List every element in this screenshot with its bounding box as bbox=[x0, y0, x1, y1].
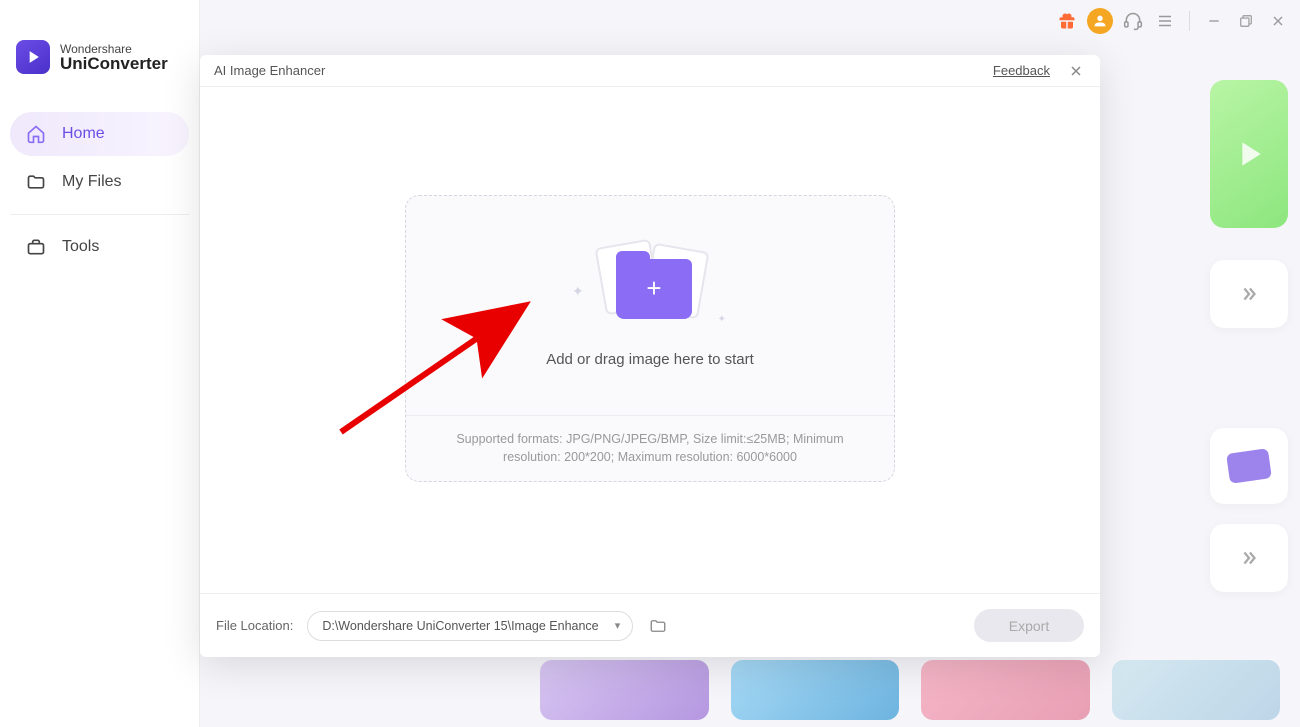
tool-thumb-3[interactable] bbox=[921, 660, 1090, 720]
dropzone-text: Add or drag image here to start bbox=[546, 351, 754, 368]
folder-icon bbox=[26, 172, 46, 192]
dialog-title: AI Image Enhancer bbox=[214, 63, 325, 78]
nav-tools[interactable]: Tools bbox=[10, 225, 189, 269]
maximize-icon[interactable] bbox=[1234, 9, 1258, 33]
home-icon bbox=[26, 124, 46, 144]
side-panel-expand-2[interactable] bbox=[1210, 524, 1288, 592]
close-window-icon[interactable] bbox=[1266, 9, 1290, 33]
file-location-label: File Location: bbox=[216, 618, 293, 633]
brand-subtitle: Wondershare bbox=[60, 43, 168, 55]
nav-myfiles[interactable]: My Files bbox=[10, 160, 189, 204]
brand-logo-icon bbox=[16, 40, 50, 74]
dropzone-formats-info: Supported formats: JPG/PNG/JPEG/BMP, Siz… bbox=[406, 415, 894, 482]
briefcase-icon bbox=[26, 237, 46, 257]
sidebar: Wondershare UniConverter Home My Files T… bbox=[0, 0, 200, 727]
gift-icon[interactable] bbox=[1055, 9, 1079, 33]
promo-card[interactable] bbox=[1210, 80, 1288, 228]
minimize-icon[interactable] bbox=[1202, 9, 1226, 33]
ai-image-enhancer-dialog: AI Image Enhancer Feedback + ✦ ✦ Add or … bbox=[200, 55, 1100, 657]
feedback-link[interactable]: Feedback bbox=[993, 63, 1050, 78]
brand: Wondershare UniConverter bbox=[0, 0, 199, 104]
tool-thumb-2[interactable] bbox=[731, 660, 900, 720]
file-location-value: D:\Wondershare UniConverter 15\Image Enh… bbox=[322, 619, 598, 633]
side-panel-card[interactable] bbox=[1210, 428, 1288, 504]
nav-divider bbox=[10, 214, 189, 215]
tool-thumb-4[interactable] bbox=[1112, 660, 1281, 720]
open-folder-button[interactable] bbox=[647, 615, 669, 637]
dialog-close-icon[interactable] bbox=[1066, 61, 1086, 81]
tool-thumb-1[interactable] bbox=[540, 660, 709, 720]
nav-home-label: Home bbox=[62, 125, 105, 143]
nav-home[interactable]: Home bbox=[10, 112, 189, 156]
support-headset-icon[interactable] bbox=[1121, 9, 1145, 33]
nav-myfiles-label: My Files bbox=[62, 173, 122, 191]
separator bbox=[1189, 11, 1190, 31]
convert-icon bbox=[1226, 448, 1272, 484]
export-button[interactable]: Export bbox=[974, 609, 1084, 642]
hamburger-menu-icon[interactable] bbox=[1153, 9, 1177, 33]
side-panel-expand-1[interactable] bbox=[1210, 260, 1288, 328]
brand-title: UniConverter bbox=[60, 55, 168, 72]
image-dropzone[interactable]: + ✦ ✦ Add or drag image here to start Su… bbox=[405, 195, 895, 482]
user-avatar-icon[interactable] bbox=[1087, 8, 1113, 34]
add-folder-illustration-icon: + ✦ ✦ bbox=[580, 243, 720, 333]
nav-tools-label: Tools bbox=[62, 238, 99, 256]
file-location-select[interactable]: D:\Wondershare UniConverter 15\Image Enh… bbox=[307, 611, 633, 641]
